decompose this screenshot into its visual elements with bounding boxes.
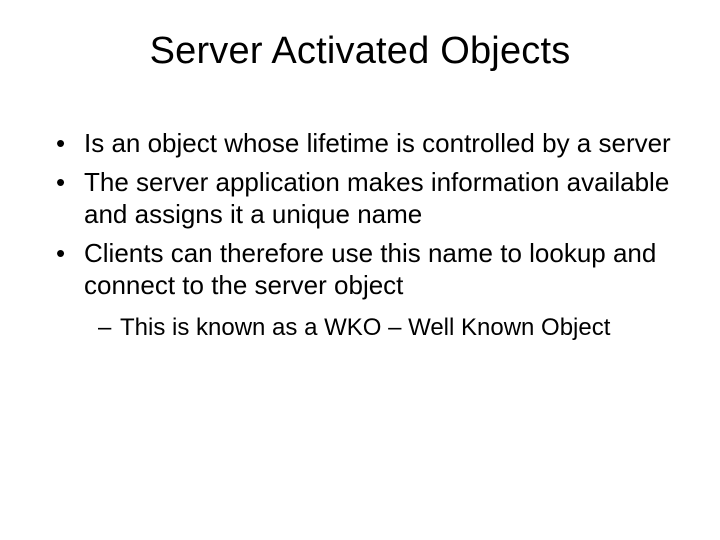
bullet-item: The server application makes information… [56,166,684,231]
sub-bullet-text: This is known as a WKO – Well Known Obje… [120,314,610,341]
slide: Server Activated Objects Is an object wh… [0,0,720,540]
bullet-item: Is an object whose lifetime is controlle… [56,127,684,160]
bullet-item: Clients can therefore use this name to l… [56,237,684,343]
sub-bullet-item: This is known as a WKO – Well Known Obje… [98,312,684,343]
slide-title: Server Activated Objects [36,30,684,73]
bullet-text: Is an object whose lifetime is controlle… [84,128,671,158]
bullet-text: Clients can therefore use this name to l… [84,238,656,301]
bullet-text: The server application makes information… [84,167,669,230]
sub-bullet-list: This is known as a WKO – Well Known Obje… [84,312,684,343]
bullet-list: Is an object whose lifetime is controlle… [36,127,684,343]
